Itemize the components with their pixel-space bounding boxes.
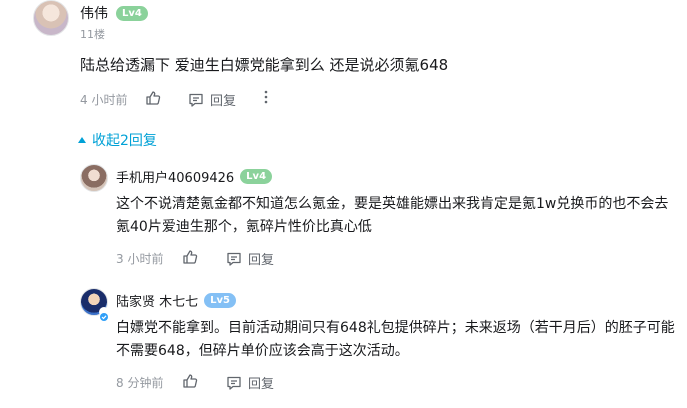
level-badge: Lv4 bbox=[116, 5, 148, 21]
avatar[interactable] bbox=[33, 0, 69, 36]
reply-button[interactable]: 回复 bbox=[226, 249, 274, 268]
timestamp: 3 小时前 bbox=[116, 252, 164, 266]
timestamp: 8 分钟前 bbox=[116, 376, 164, 390]
collapse-replies-button[interactable]: 收起2回复 bbox=[78, 130, 157, 150]
reply-label: 回复 bbox=[210, 94, 237, 109]
thumbs-up-icon[interactable] bbox=[182, 249, 198, 269]
thumbs-up-icon[interactable] bbox=[182, 373, 198, 393]
avatar[interactable] bbox=[80, 164, 108, 192]
triangle-up-icon bbox=[78, 137, 86, 143]
comment-icon bbox=[189, 93, 203, 107]
comment-meta: 4 小时前 bbox=[80, 90, 127, 108]
comment-icon bbox=[227, 376, 241, 390]
comment-text: 陆总给透漏下 爱迪生白嫖党能拿到么 还是说必须氪648 bbox=[80, 56, 449, 74]
reply-username[interactable]: 手机用户40609426 bbox=[116, 167, 234, 186]
reply-button[interactable]: 回复 bbox=[188, 90, 236, 109]
reply-label: 回复 bbox=[248, 377, 275, 392]
reply-text-line: 氪40片爱迪生那个，氪碎片性价比真心低 bbox=[116, 219, 372, 235]
collapse-label: 收起2回复 bbox=[92, 133, 157, 149]
level-badge: Lv5 bbox=[204, 293, 236, 308]
more-vertical-icon[interactable] bbox=[263, 88, 269, 110]
reply-username[interactable]: 陆家贤 木七七 bbox=[116, 291, 198, 310]
reply-button[interactable]: 回复 bbox=[226, 373, 274, 392]
verified-badge-icon bbox=[99, 307, 109, 321]
floor-number: 11楼 bbox=[80, 28, 105, 41]
level-badge: Lv4 bbox=[240, 169, 273, 184]
reply-label: 回复 bbox=[248, 253, 275, 268]
thumbs-up-icon[interactable] bbox=[145, 90, 161, 110]
comment-icon bbox=[227, 252, 241, 266]
reply-text-line: 不需要648，但碎片单价应该会高于这次活动。 bbox=[116, 343, 409, 359]
timestamp: 4 小时前 bbox=[80, 92, 128, 107]
username[interactable]: 伟伟 bbox=[80, 3, 108, 23]
